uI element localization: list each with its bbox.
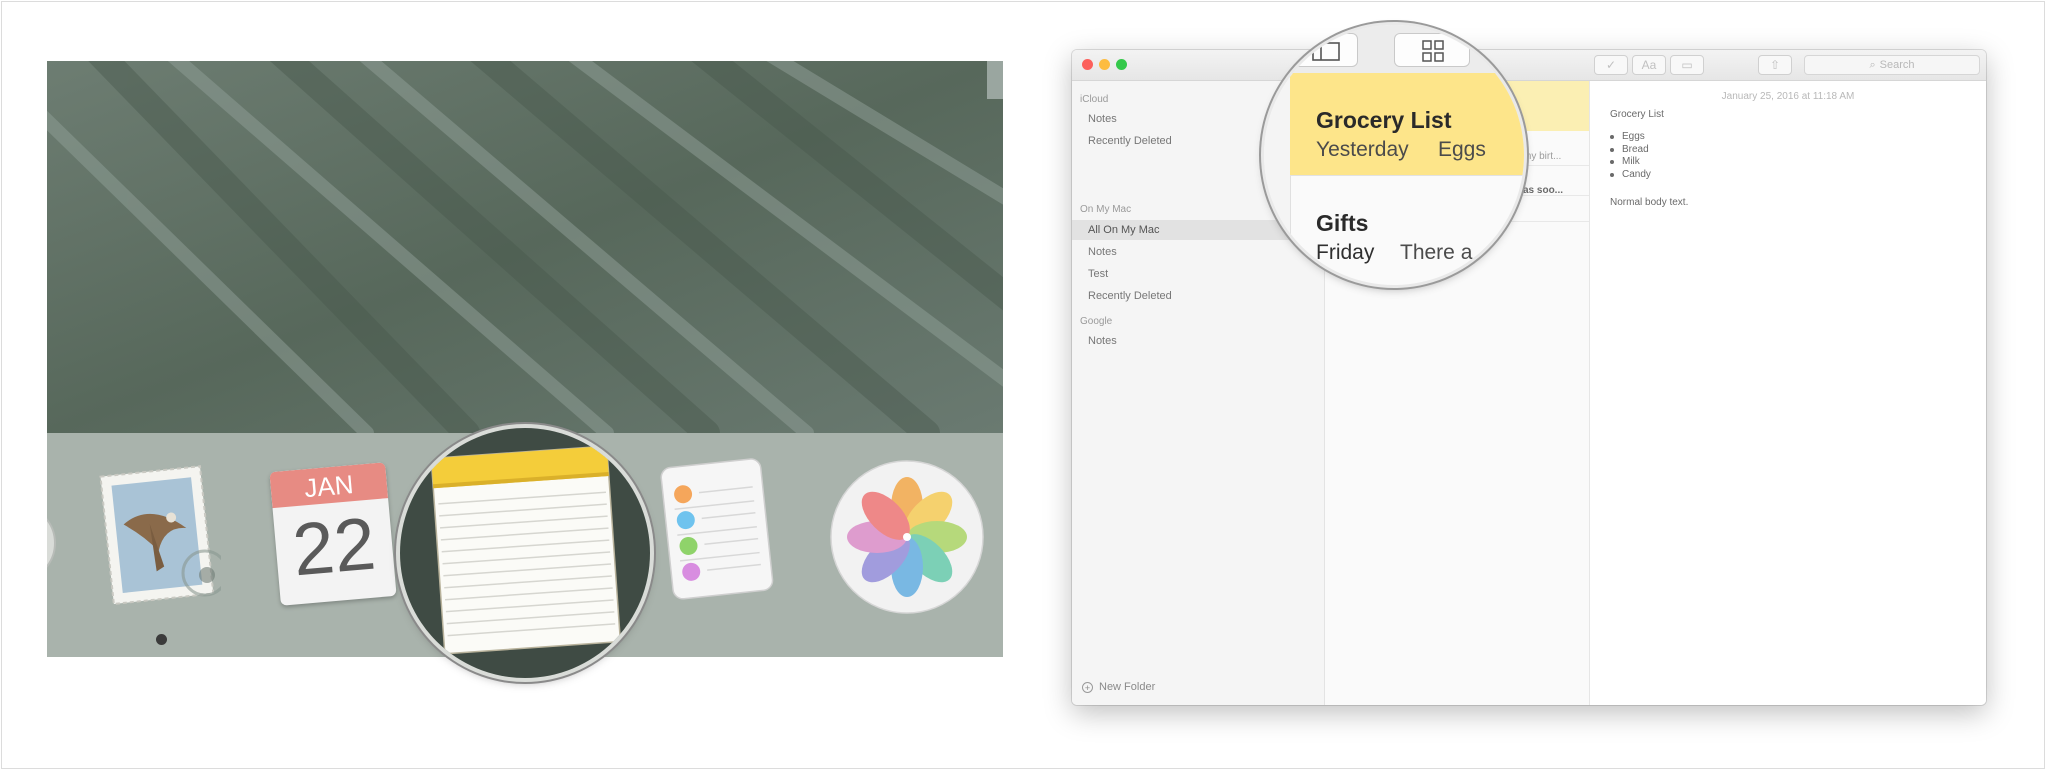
- magnified-note-preview-2: There a: [1400, 241, 1473, 264]
- running-indicator-dot: [156, 634, 167, 645]
- magnifier-notes-app-icon: [400, 428, 650, 678]
- share-icon: ⇧: [1769, 58, 1781, 72]
- sidebar-icon: [1312, 42, 1340, 61]
- finder-icon[interactable]: [47, 503, 59, 583]
- sidebar-item-icloud-recently-deleted[interactable]: Recently Deleted: [1088, 135, 1172, 147]
- sidebar-item-test[interactable]: Test: [1088, 268, 1108, 280]
- magnified-note-date-2: Friday: [1316, 241, 1375, 264]
- checklist-button[interactable]: ✓: [1594, 55, 1628, 75]
- zoom-button[interactable]: [1116, 59, 1127, 70]
- note-body: Normal body text.: [1610, 197, 1689, 208]
- notes-window: ✓ Aa ▭ ⇧ ⌕ Search iCloud Notes Recently …: [1072, 50, 1986, 705]
- checkmark-circle-icon: ✓: [1605, 58, 1617, 72]
- calendar-day: 22: [289, 501, 379, 592]
- bullet-icon: [1610, 147, 1614, 152]
- attachment-browser-button[interactable]: ▭: [1670, 55, 1704, 75]
- gallery-view-button[interactable]: [1394, 33, 1470, 67]
- search-icon: ⌕: [1869, 58, 1876, 71]
- magnified-note-preview-1: Eggs: [1438, 138, 1486, 161]
- mail-icon[interactable]: [95, 461, 221, 611]
- note-preview-fragment-1[interactable]: my birt...: [1523, 151, 1561, 162]
- bullet-text: Bread: [1622, 143, 1649, 155]
- grid-icon: [1422, 40, 1444, 62]
- minimize-button[interactable]: [1099, 59, 1110, 70]
- note-title: Grocery List: [1610, 109, 1664, 120]
- new-folder-label: New Folder: [1099, 681, 1156, 693]
- note-preview-fragment-2[interactable]: as soo...: [1523, 185, 1563, 196]
- bullet-text: Candy: [1622, 168, 1651, 180]
- magnified-note-title-2: Gifts: [1316, 210, 1369, 236]
- note-date: January 25, 2016 at 11:18 AM: [1721, 91, 1855, 102]
- reminders-icon[interactable]: [653, 455, 779, 605]
- sidebar-item-mac-recently-deleted[interactable]: Recently Deleted: [1088, 290, 1172, 302]
- search-placeholder: Search: [1879, 59, 1915, 71]
- sidebar-item-google-notes[interactable]: Notes: [1088, 335, 1117, 347]
- bullet-icon: [1610, 160, 1614, 165]
- bullet-icon: [1610, 172, 1614, 177]
- format-button[interactable]: Aa: [1632, 55, 1666, 75]
- sidebar-item-icloud-notes[interactable]: Notes: [1088, 113, 1117, 125]
- search-field[interactable]: ⌕ Search: [1804, 55, 1980, 75]
- toggle-sidebar-button[interactable]: [1286, 33, 1358, 67]
- sidebar-item-mac-notes[interactable]: Notes: [1088, 246, 1117, 258]
- note-editor[interactable]: January 25, 2016 at 11:18 AM Grocery Lis…: [1590, 81, 1986, 705]
- photos-icon[interactable]: [829, 459, 985, 615]
- bullet-text: Eggs: [1622, 131, 1645, 142]
- format-label: Aa: [1641, 58, 1657, 72]
- sidebar-item-all-on-my-mac[interactable]: All On My Mac: [1088, 224, 1160, 236]
- sidebar-header-icloud: iCloud: [1080, 94, 1109, 105]
- note-bullet-list: Eggs Bread Milk Candy: [1610, 131, 1651, 181]
- notes-app-icon[interactable]: [400, 428, 650, 678]
- new-folder-button[interactable]: + New Folder: [1082, 681, 1155, 693]
- bullet-text: Milk: [1622, 156, 1640, 167]
- share-button[interactable]: ⇧: [1758, 55, 1792, 75]
- sidebar-header-google: Google: [1080, 316, 1113, 327]
- bullet-icon: [1610, 135, 1614, 140]
- magnifier-note-list: Grocery List Yesterday Eggs Gifts Friday…: [1264, 25, 1524, 285]
- wallpaper-image: [47, 61, 1003, 433]
- list-item: Milk: [1610, 156, 1651, 169]
- magnified-note-date-1: Yesterday: [1316, 138, 1409, 161]
- sidebar-header-on-my-mac: On My Mac: [1080, 204, 1132, 215]
- magnified-separator: [1290, 175, 1524, 176]
- list-item: Candy: [1610, 169, 1651, 182]
- magnified-note-title-1: Grocery List: [1316, 107, 1452, 133]
- attachments-icon: ▭: [1681, 58, 1693, 72]
- close-button[interactable]: [1082, 59, 1093, 70]
- calendar-icon[interactable]: JAN 22: [269, 462, 397, 606]
- magnified-toolbar: [1264, 25, 1524, 74]
- magnified-sidebar-edge: [1264, 73, 1291, 285]
- list-item: Bread: [1610, 144, 1651, 157]
- titlebar: ✓ Aa ▭ ⇧ ⌕ Search: [1072, 50, 1986, 81]
- list-item: Eggs: [1610, 131, 1651, 144]
- plus-circle-icon: +: [1082, 681, 1093, 693]
